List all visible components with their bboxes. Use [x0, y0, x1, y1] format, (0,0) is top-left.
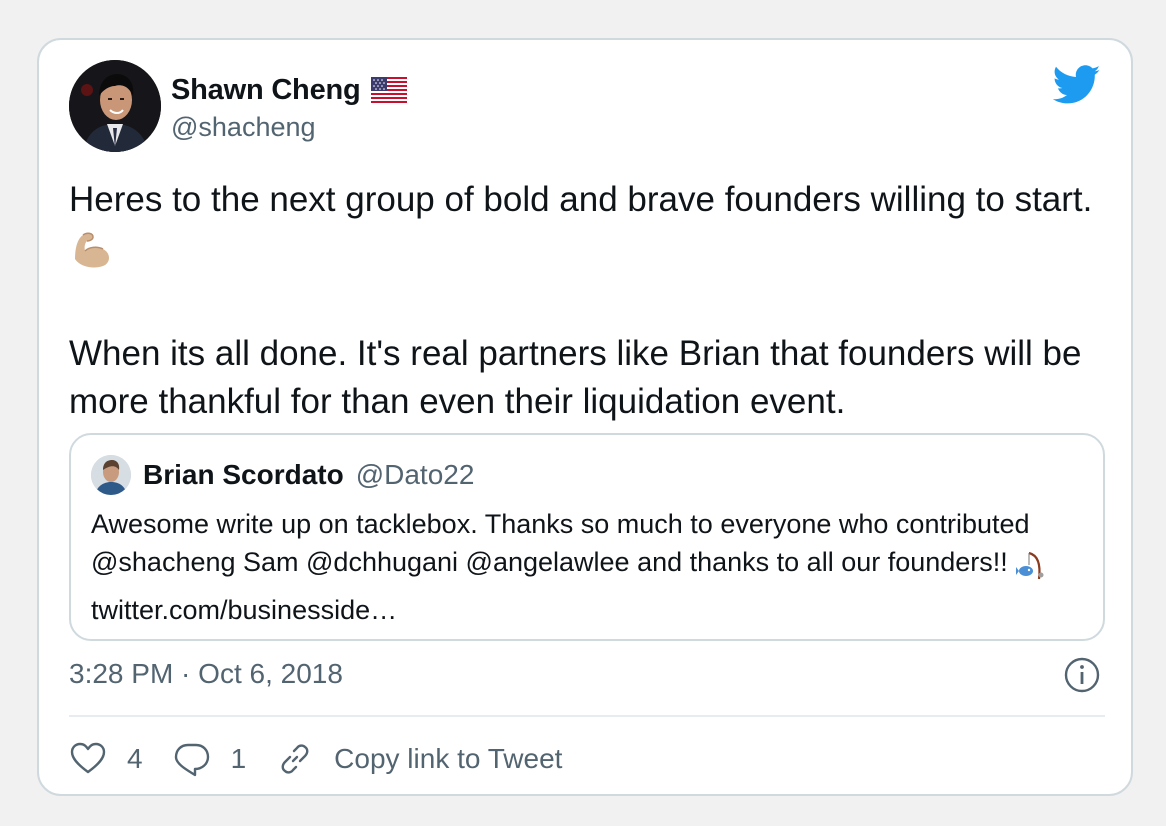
fishing-pole-icon [1015, 551, 1045, 591]
tweet-line-1: Heres to the next group of bold and brav… [69, 180, 1093, 219]
quoted-author-name[interactable]: Brian Scordato [143, 459, 344, 491]
actions-divider [69, 715, 1105, 717]
tweet-text: Heres to the next group of bold and brav… [69, 176, 1109, 426]
twitter-bird-icon[interactable] [1052, 64, 1101, 106]
copy-link-button[interactable]: Copy link to Tweet [276, 740, 562, 778]
tweet-timestamp[interactable]: 3:28 PM · Oct 6, 2018 [69, 658, 343, 690]
heart-icon [70, 742, 106, 774]
quoted-text-body: Awesome write up on tacklebox. Thanks so… [91, 509, 1030, 577]
reply-icon [174, 743, 209, 777]
info-icon[interactable] [1063, 656, 1101, 694]
quoted-tweet-text: Awesome write up on tacklebox. Thanks so… [91, 505, 1081, 629]
like-button[interactable]: 4 [69, 740, 143, 778]
flexed-biceps-icon [69, 229, 115, 282]
quoted-link[interactable]: twitter.com/businesside… [91, 595, 397, 625]
tweet-card: Shawn Cheng @shacheng Heres to the next … [37, 38, 1133, 796]
quoted-tweet[interactable]: Brian Scordato @Dato22 Awesome write up … [69, 433, 1105, 641]
quoted-author-avatar[interactable] [91, 455, 131, 495]
tweet-actions: 4 1 Copy link to Tweet [69, 738, 592, 780]
author-avatar[interactable] [69, 60, 161, 152]
copy-link-label: Copy link to Tweet [334, 743, 563, 774]
author-name-row: Shawn Cheng [171, 72, 407, 108]
quoted-author-handle[interactable]: @Dato22 [356, 459, 475, 491]
author-name[interactable]: Shawn Cheng [171, 74, 361, 107]
reply-count: 1 [230, 743, 247, 774]
reply-button[interactable]: 1 [173, 740, 247, 778]
quoted-author-row: Brian Scordato @Dato22 [143, 457, 474, 493]
tweet-paragraph-2: When its all done. It's real partners li… [69, 334, 1082, 421]
author-handle[interactable]: @shacheng [171, 112, 316, 143]
like-count: 4 [127, 743, 143, 774]
us-flag-icon [370, 77, 407, 103]
link-icon [281, 744, 309, 774]
tweet-paragraph-1: Heres to the next group of bold and brav… [69, 176, 1109, 282]
